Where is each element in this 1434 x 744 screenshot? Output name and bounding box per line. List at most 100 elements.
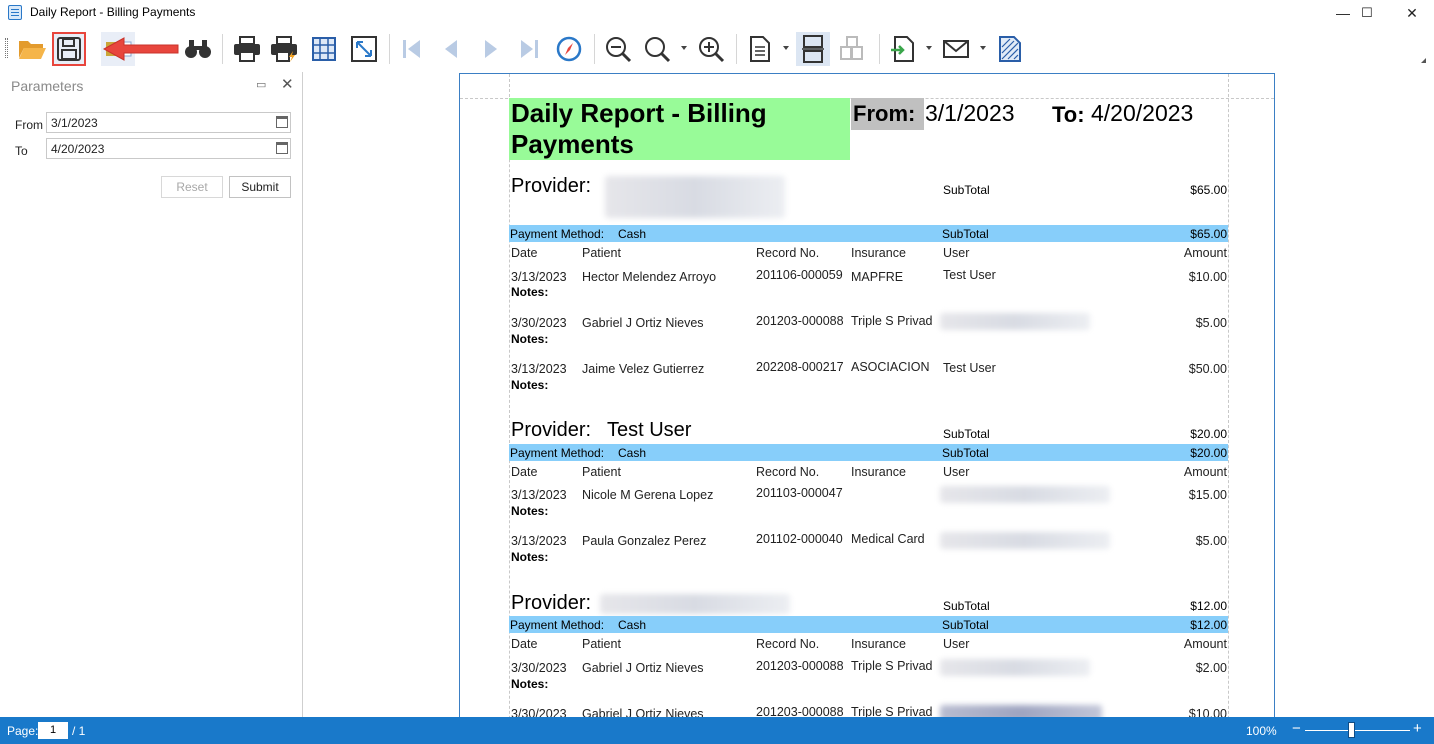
page-number-input[interactable]: 1 bbox=[38, 722, 68, 739]
provider-subtotal-label: SubTotal bbox=[943, 599, 990, 613]
reset-button[interactable]: Reset bbox=[161, 176, 223, 198]
last-page-button[interactable] bbox=[512, 32, 546, 66]
row-patient: Hector Melendez Arroyo bbox=[582, 270, 717, 284]
calendar-icon[interactable] bbox=[276, 142, 288, 154]
row-record: 201103-000047 bbox=[756, 486, 843, 500]
column-header-insurance: Insurance bbox=[851, 246, 906, 260]
zoom-out-button[interactable] bbox=[601, 32, 635, 66]
row-notes-label: Notes: bbox=[511, 378, 549, 392]
export-icon bbox=[891, 36, 914, 62]
export-button[interactable] bbox=[886, 32, 920, 66]
zoom-in-button[interactable] bbox=[694, 32, 728, 66]
row-record: 201203-000088 bbox=[756, 659, 844, 673]
page-color-button[interactable] bbox=[834, 32, 868, 66]
user-redacted bbox=[940, 486, 1110, 503]
column-header-amount: Amount bbox=[1183, 637, 1227, 651]
next-page-button[interactable] bbox=[474, 32, 508, 66]
email-dropdown-caret[interactable] bbox=[980, 46, 986, 50]
row-date: 3/13/2023 bbox=[511, 270, 567, 284]
column-header-amount: Amount bbox=[1183, 246, 1227, 260]
export-dropdown-caret[interactable] bbox=[926, 46, 932, 50]
row-patient: Gabriel J Ortiz Nieves bbox=[582, 707, 704, 717]
quick-print-button[interactable] bbox=[267, 32, 301, 66]
navigation-icon bbox=[556, 36, 582, 62]
zoom-slider-track[interactable] bbox=[1305, 730, 1410, 731]
first-page-icon bbox=[403, 40, 420, 58]
row-notes-label: Notes: bbox=[511, 285, 549, 299]
row-amount: $10.00 bbox=[1188, 270, 1227, 284]
report-from-value: 3/1/2023 bbox=[925, 100, 1015, 126]
maximize-button[interactable]: ☐ bbox=[1344, 0, 1390, 26]
title-bar: Daily Report - Billing Payments — ☐ ✕ bbox=[0, 0, 1434, 26]
scale-icon bbox=[351, 36, 377, 62]
navigation-button[interactable] bbox=[552, 32, 586, 66]
open-button[interactable] bbox=[15, 32, 49, 66]
row-insurance: ASOCIACION bbox=[851, 360, 930, 374]
parameters-panel: Parameters ▭ ✕ From 3/1/2023 To 4/20/202… bbox=[0, 72, 303, 717]
row-insurance: Triple S Privad bbox=[851, 314, 933, 328]
close-window-button[interactable]: ✕ bbox=[1389, 0, 1434, 26]
email-button[interactable] bbox=[939, 32, 973, 66]
to-date-field[interactable]: 4/20/2023 bbox=[46, 138, 291, 159]
column-header-user: User bbox=[943, 637, 970, 651]
zoom-button[interactable] bbox=[640, 32, 674, 66]
page-layout-dropdown-caret[interactable] bbox=[783, 46, 789, 50]
method-subtotal-label: SubTotal bbox=[942, 618, 989, 632]
method-subtotal-value: $12.00 bbox=[1190, 618, 1227, 632]
next-page-icon bbox=[485, 40, 497, 58]
zoom-minus-button[interactable]: − bbox=[1292, 720, 1301, 737]
save-button[interactable] bbox=[52, 32, 86, 66]
zoom-plus-button[interactable]: + bbox=[1413, 720, 1422, 737]
watermark-button[interactable] bbox=[993, 32, 1027, 66]
open-icon bbox=[19, 41, 46, 59]
row-date: 3/30/2023 bbox=[511, 707, 567, 717]
row-notes-label: Notes: bbox=[511, 504, 549, 518]
submit-button[interactable]: Submit bbox=[229, 176, 291, 198]
zoom-out-icon bbox=[606, 37, 632, 63]
close-panel-icon[interactable]: ✕ bbox=[281, 75, 294, 93]
row-record: 201203-000088 bbox=[756, 705, 844, 717]
row-date: 3/13/2023 bbox=[511, 362, 567, 376]
first-page-button[interactable] bbox=[395, 32, 429, 66]
report-viewer-window: Daily Report - Billing Payments — ☐ ✕ Pa… bbox=[0, 0, 1434, 744]
from-label: From bbox=[15, 118, 43, 132]
zoom-slider-thumb[interactable] bbox=[1348, 722, 1355, 738]
report-app-icon bbox=[8, 5, 22, 20]
zoom-icon bbox=[645, 37, 671, 63]
calendar-icon[interactable] bbox=[276, 116, 288, 128]
print-button[interactable] bbox=[230, 32, 264, 66]
toolbar-separator bbox=[594, 34, 595, 64]
payment-method-bar: Payment Method: Cash SubTotal $20.00 bbox=[509, 444, 1228, 461]
column-header-record: Record No. bbox=[756, 465, 820, 479]
payment-method-label: Payment Method: bbox=[510, 618, 605, 632]
zoom-dropdown-caret[interactable] bbox=[681, 46, 687, 50]
column-header-patient: Patient bbox=[582, 637, 621, 651]
page-label: Page: bbox=[7, 724, 39, 738]
arrow-annotation-icon bbox=[102, 37, 179, 61]
page-total: / 1 bbox=[72, 724, 86, 738]
toolbar-grip[interactable] bbox=[5, 38, 8, 58]
page-setup-button[interactable] bbox=[307, 32, 341, 66]
status-bar: Page: 1 / 1 100% − + bbox=[0, 717, 1434, 744]
pin-icon[interactable]: ▭ bbox=[256, 78, 266, 91]
scale-button[interactable] bbox=[347, 32, 381, 66]
watermark-icon bbox=[999, 36, 1021, 62]
column-header-record: Record No. bbox=[756, 637, 820, 651]
column-header-date: Date bbox=[511, 637, 538, 651]
find-button[interactable] bbox=[181, 32, 215, 66]
page-setup-icon bbox=[312, 37, 336, 61]
column-header-insurance: Insurance bbox=[851, 637, 906, 651]
window-title: Daily Report - Billing Payments bbox=[30, 5, 196, 19]
from-date-field[interactable]: 3/1/2023 bbox=[46, 112, 291, 133]
row-notes-label: Notes: bbox=[511, 677, 549, 691]
margin-guide bbox=[1228, 74, 1229, 717]
single-page-button[interactable] bbox=[743, 32, 777, 66]
row-record: 201102-000040 bbox=[756, 532, 843, 546]
report-preview-area[interactable]: Daily Report - Billing Payments From: 3/… bbox=[304, 72, 1434, 717]
toolbar-overflow-icon[interactable] bbox=[1421, 58, 1426, 63]
multi-page-button[interactable] bbox=[796, 32, 830, 66]
row-date: 3/30/2023 bbox=[511, 661, 567, 675]
previous-page-button[interactable] bbox=[434, 32, 468, 66]
row-notes-label: Notes: bbox=[511, 550, 549, 564]
provider-label: Provider: bbox=[511, 592, 592, 614]
